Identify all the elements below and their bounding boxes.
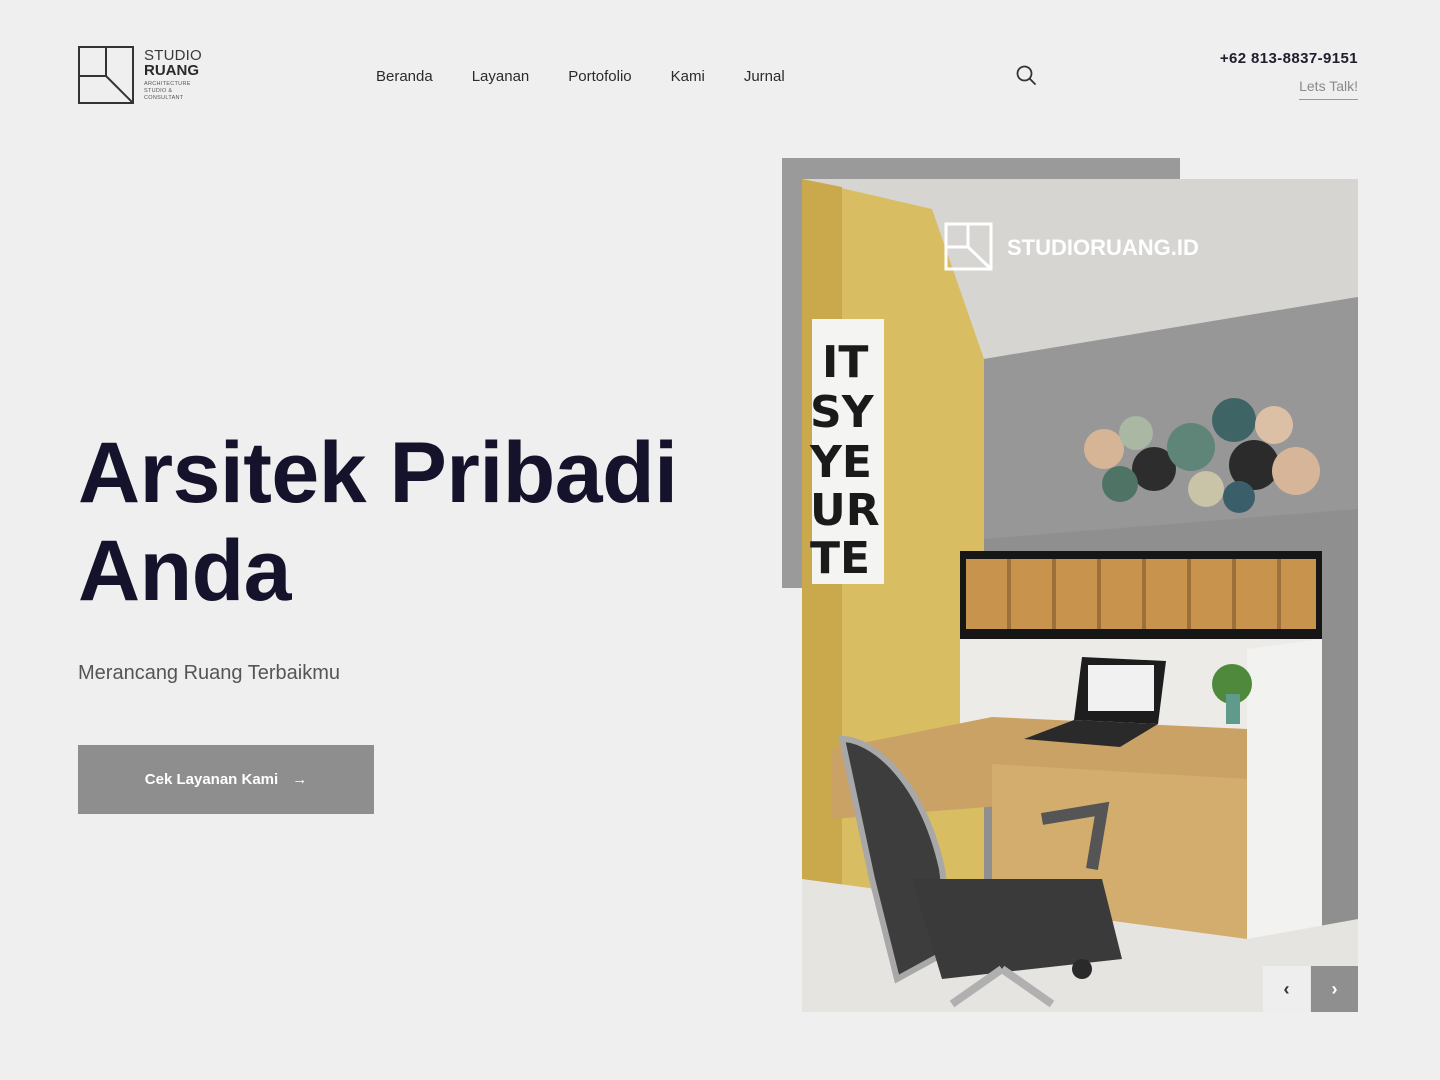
arrow-right-icon: → bbox=[292, 771, 308, 788]
chevron-left-icon[interactable]: ‹ bbox=[1263, 966, 1310, 1012]
nav-item-jurnal[interactable]: Jurnal bbox=[744, 68, 785, 85]
studio-ruang-logo-icon bbox=[78, 46, 134, 104]
nav-item-layanan[interactable]: Layanan bbox=[472, 68, 530, 85]
cek-layanan-label: Cek Layanan Kami bbox=[144, 771, 279, 788]
brand-logo[interactable]: STUDIO RUANG ARCHITECTURE STUDIO & CONSU… bbox=[78, 46, 206, 104]
chevron-right-icon[interactable]: › bbox=[1311, 966, 1358, 1012]
watermark-text: STUDIORUANG.ID bbox=[1007, 235, 1199, 260]
poster-text-1: IT bbox=[822, 337, 868, 388]
nav-item-kami[interactable]: Kami bbox=[671, 68, 705, 85]
cek-layanan-button[interactable]: Cek Layanan Kami → bbox=[78, 745, 374, 814]
search-icon[interactable] bbox=[1015, 64, 1037, 86]
nav-item-portofolio[interactable]: Portofolio bbox=[568, 68, 631, 85]
svg-text:YE: YE bbox=[809, 437, 872, 488]
lets-talk-link[interactable]: Lets Talk! bbox=[1299, 78, 1358, 100]
svg-text:UR: UR bbox=[810, 485, 880, 536]
hero-interior-image: IT SY YE UR TE STUDIORUANG.ID bbox=[802, 179, 1358, 1012]
phone-number[interactable]: +62 813-8837-9151 bbox=[1220, 50, 1358, 67]
hero-title-line2: Anda bbox=[78, 523, 292, 619]
hero-subtitle: Merancang Ruang Terbaikmu bbox=[78, 662, 341, 684]
hero-title-line1: Arsitek Pribadi bbox=[78, 425, 678, 521]
nav-item-beranda[interactable]: Beranda bbox=[376, 68, 433, 85]
brand-name-line2: RUANG bbox=[144, 62, 199, 79]
hero-title: Arsitek Pribadi Anda bbox=[78, 424, 778, 620]
contact-block: +62 813-8837-9151 Lets Talk! bbox=[1220, 50, 1358, 100]
brand-tagline: ARCHITECTURE STUDIO & CONSULTANT bbox=[144, 81, 191, 101]
interior-illustration: IT SY YE UR TE STUDIORUANG.ID bbox=[802, 179, 1358, 1012]
brand-name-line1: STUDIO bbox=[144, 47, 202, 64]
svg-text:TE: TE bbox=[810, 533, 870, 584]
svg-text:SY: SY bbox=[810, 387, 875, 438]
main-nav: Beranda Layanan Portofolio Kami Jurnal bbox=[376, 68, 785, 85]
